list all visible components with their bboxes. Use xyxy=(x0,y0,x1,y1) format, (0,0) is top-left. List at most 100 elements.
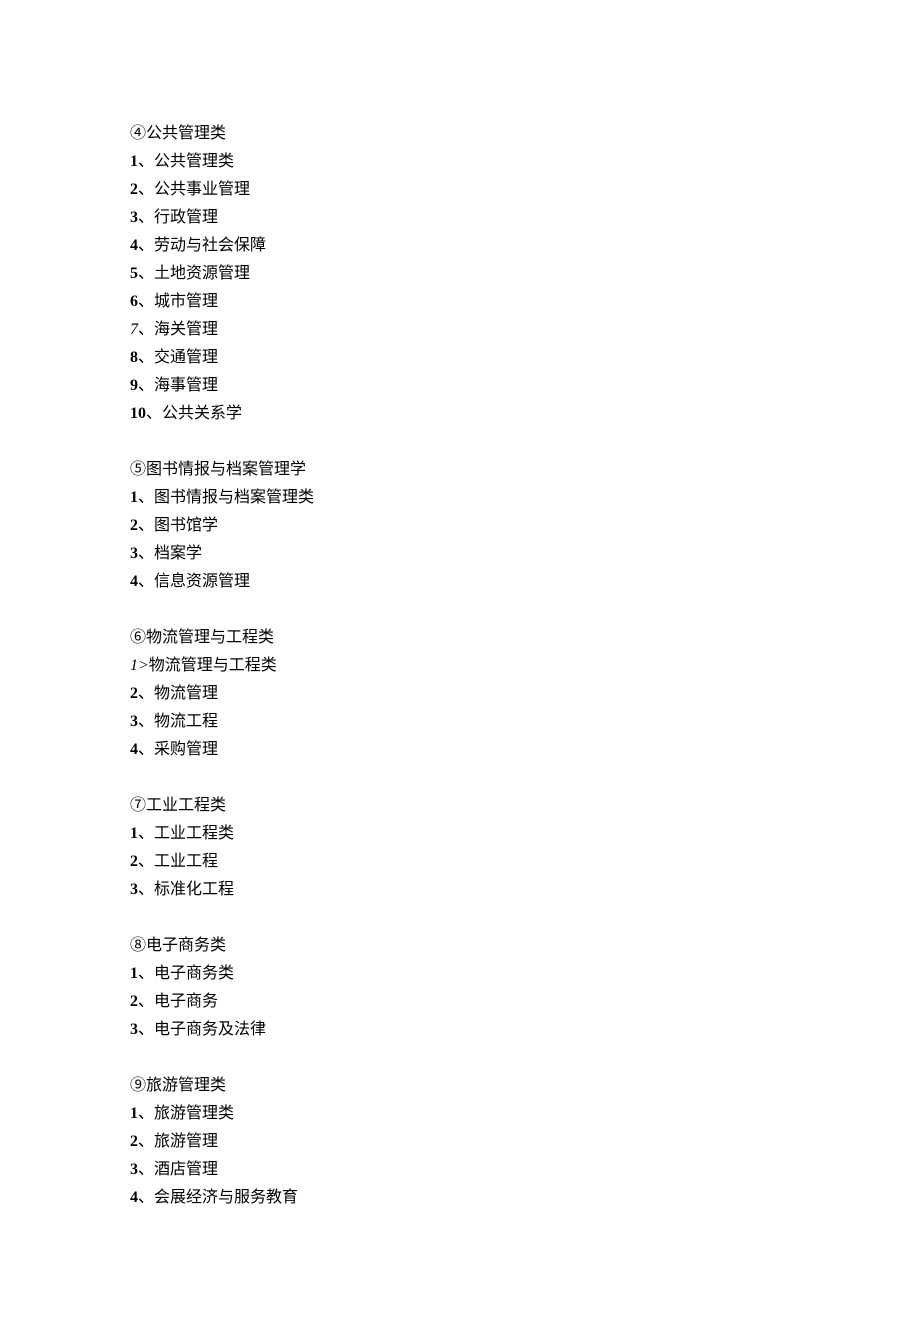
item-number: 3 xyxy=(130,713,138,730)
item-text: 采购管理 xyxy=(154,741,218,758)
item-text: 公共事业管理 xyxy=(154,181,250,198)
list-item: 2、工业工程 xyxy=(130,848,920,876)
list-item: 4、信息资源管理 xyxy=(130,568,920,596)
list-item: 3、电子商务及法律 xyxy=(130,1016,920,1044)
list-item: 1>物流管理与工程类 xyxy=(130,652,920,680)
item-text: 会展经济与服务教育 xyxy=(154,1189,298,1206)
item-separator: 、 xyxy=(138,1021,154,1038)
item-separator: 、 xyxy=(138,237,154,254)
item-separator: 、 xyxy=(138,1161,154,1178)
item-separator: 、 xyxy=(138,265,154,282)
list-item: 1、工业工程类 xyxy=(130,820,920,848)
item-text: 物流工程 xyxy=(154,713,218,730)
item-number: 1 xyxy=(130,825,138,842)
item-text: 劳动与社会保障 xyxy=(154,237,266,254)
item-separator: 、 xyxy=(138,489,154,506)
item-number: 4 xyxy=(130,237,138,254)
item-text: 电子商务 xyxy=(154,993,218,1010)
item-separator: 、 xyxy=(138,881,154,898)
item-number: 2 xyxy=(130,993,138,1010)
item-number: 4 xyxy=(130,573,138,590)
item-text: 电子商务及法律 xyxy=(154,1021,266,1038)
item-separator: 、 xyxy=(138,181,154,198)
item-text: 交通管理 xyxy=(154,349,218,366)
item-text: 物流管理与工程类 xyxy=(149,657,277,674)
item-text: 城市管理 xyxy=(154,293,218,310)
list-item: 10、公共关系学 xyxy=(130,400,920,428)
item-number: 2 xyxy=(130,1133,138,1150)
item-text: 海事管理 xyxy=(154,377,218,394)
list-item: 4、劳动与社会保障 xyxy=(130,232,920,260)
item-text: 旅游管理类 xyxy=(154,1105,234,1122)
list-item: 1、电子商务类 xyxy=(130,960,920,988)
item-text: 工业工程 xyxy=(154,853,218,870)
item-separator: 、 xyxy=(138,517,154,534)
list-item: 4、采购管理 xyxy=(130,736,920,764)
item-separator: 、 xyxy=(138,153,154,170)
list-item: 3、物流工程 xyxy=(130,708,920,736)
list-item: 1、旅游管理类 xyxy=(130,1100,920,1128)
list-item: 7、海关管理 xyxy=(130,316,920,344)
item-separator: 、 xyxy=(138,545,154,562)
item-separator: 、 xyxy=(138,825,154,842)
item-number: 1 xyxy=(130,153,138,170)
section-header: ⑦工业工程类 xyxy=(130,792,920,820)
section: ⑦工业工程类1、工业工程类2、工业工程3、标准化工程 xyxy=(130,792,920,904)
item-text: 公共关系学 xyxy=(162,405,242,422)
list-item: 1、图书情报与档案管理类 xyxy=(130,484,920,512)
item-number: 4 xyxy=(130,1189,138,1206)
item-number: 2 xyxy=(130,517,138,534)
item-text: 旅游管理 xyxy=(154,1133,218,1150)
item-number: 10 xyxy=(130,405,146,422)
item-number: 4 xyxy=(130,741,138,758)
list-item: 5、土地资源管理 xyxy=(130,260,920,288)
list-item: 9、海事管理 xyxy=(130,372,920,400)
list-item: 3、行政管理 xyxy=(130,204,920,232)
item-text: 图书情报与档案管理类 xyxy=(154,489,314,506)
list-item: 1、公共管理类 xyxy=(130,148,920,176)
item-separator: 、 xyxy=(138,993,154,1010)
item-separator: 、 xyxy=(138,965,154,982)
list-item: 2、公共事业管理 xyxy=(130,176,920,204)
item-text: 物流管理 xyxy=(154,685,218,702)
item-text: 海关管理 xyxy=(154,321,218,338)
item-separator: 、 xyxy=(138,209,154,226)
list-item: 6、城市管理 xyxy=(130,288,920,316)
item-text: 信息资源管理 xyxy=(154,573,250,590)
section: ⑧电子商务类1、电子商务类2、电子商务3、电子商务及法律 xyxy=(130,932,920,1044)
item-separator: 、 xyxy=(138,741,154,758)
section: ⑨旅游管理类1、旅游管理类2、旅游管理3、酒店管理4、会展经济与服务教育 xyxy=(130,1072,920,1212)
item-number: 2 xyxy=(130,685,138,702)
list-item: 2、电子商务 xyxy=(130,988,920,1016)
item-text: 公共管理类 xyxy=(154,153,234,170)
section-header: ④公共管理类 xyxy=(130,120,920,148)
item-number: 1 xyxy=(130,1105,138,1122)
item-separator: 、 xyxy=(138,321,154,338)
section-header: ⑤图书情报与档案管理学 xyxy=(130,456,920,484)
list-item: 2、旅游管理 xyxy=(130,1128,920,1156)
item-number: 9 xyxy=(130,377,138,394)
section-header: ⑧电子商务类 xyxy=(130,932,920,960)
item-separator: 、 xyxy=(138,293,154,310)
section: ④公共管理类1、公共管理类2、公共事业管理3、行政管理4、劳动与社会保障5、土地… xyxy=(130,120,920,428)
item-number: 2 xyxy=(130,181,138,198)
item-text: 档案学 xyxy=(154,545,202,562)
list-item: 2、物流管理 xyxy=(130,680,920,708)
item-number: 8 xyxy=(130,349,138,366)
item-separator: 、 xyxy=(138,1189,154,1206)
item-separator: 、 xyxy=(138,853,154,870)
list-item: 4、会展经济与服务教育 xyxy=(130,1184,920,1212)
item-text: 图书馆学 xyxy=(154,517,218,534)
section-header: ⑨旅游管理类 xyxy=(130,1072,920,1100)
document-content: ④公共管理类1、公共管理类2、公共事业管理3、行政管理4、劳动与社会保障5、土地… xyxy=(130,120,920,1212)
list-item: 3、酒店管理 xyxy=(130,1156,920,1184)
item-number: 7 xyxy=(130,321,138,338)
item-separator: 、 xyxy=(138,349,154,366)
list-item: 3、档案学 xyxy=(130,540,920,568)
item-separator: 、 xyxy=(138,573,154,590)
list-item: 2、图书馆学 xyxy=(130,512,920,540)
item-text: 工业工程类 xyxy=(154,825,234,842)
item-number: 1 xyxy=(130,489,138,506)
item-separator: 、 xyxy=(138,1133,154,1150)
item-separator: 、 xyxy=(138,1105,154,1122)
